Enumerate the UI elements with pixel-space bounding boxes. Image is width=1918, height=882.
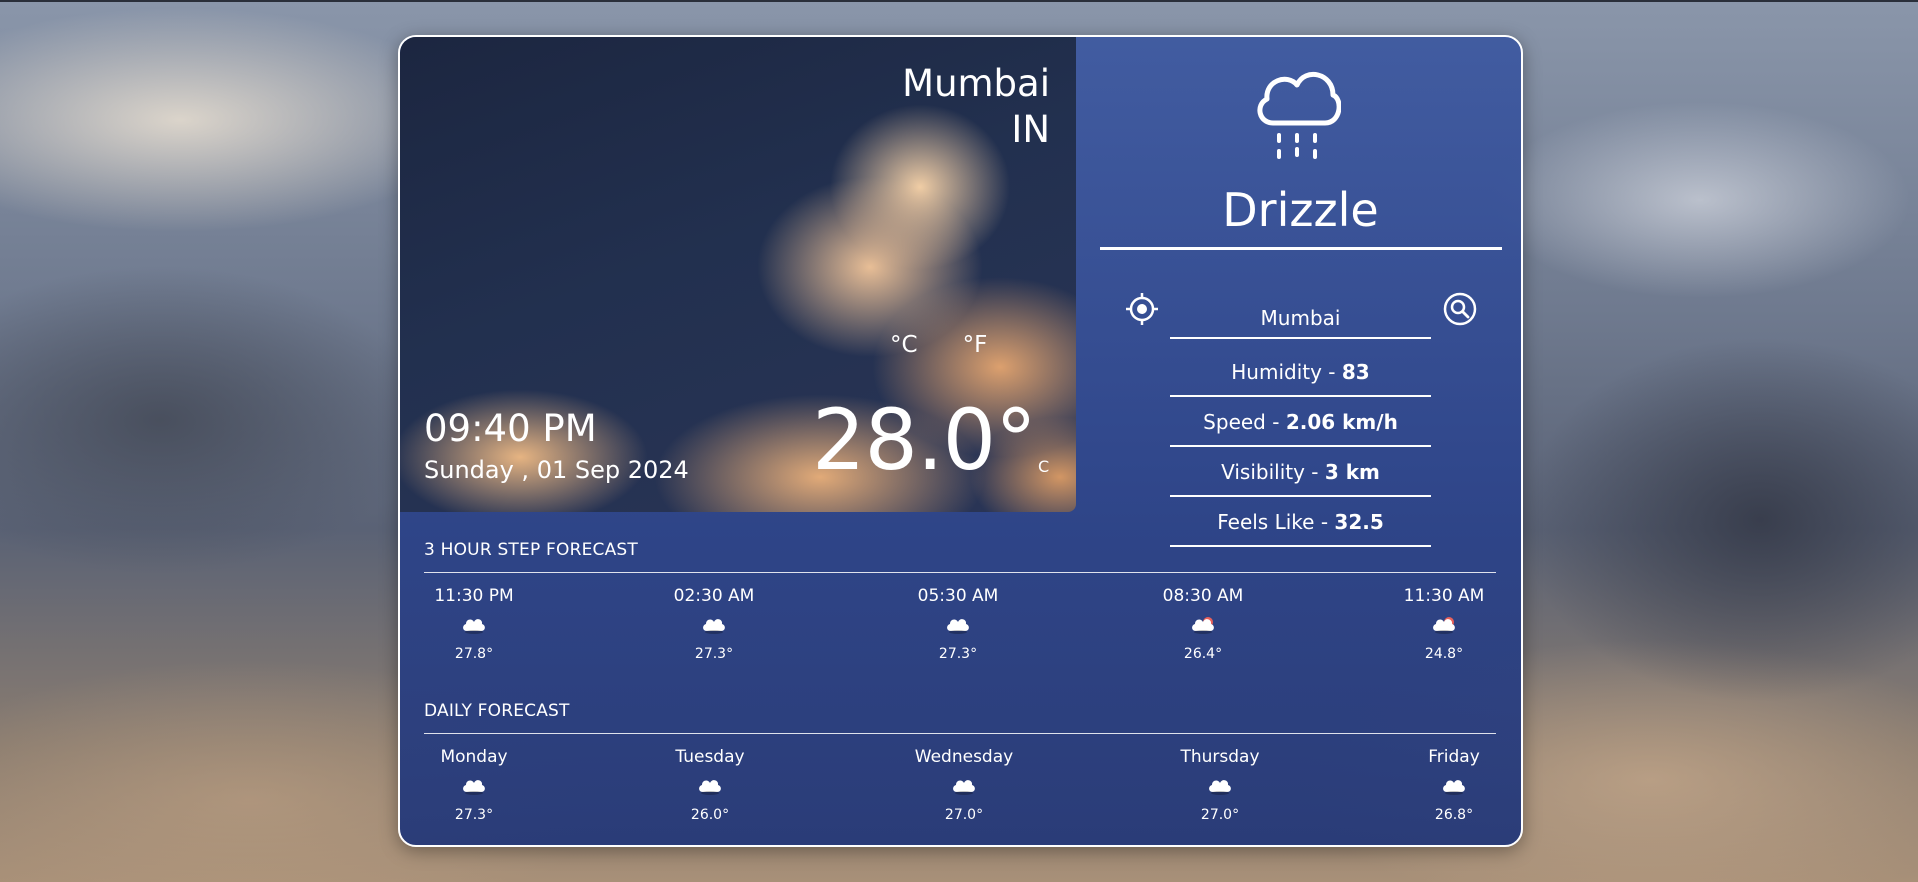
daily-temp: 26.0°: [690, 807, 730, 823]
daily-temp: 27.3°: [454, 807, 494, 823]
hourly-temp: 24.8°: [1424, 646, 1464, 662]
cloud-drizzle-icon: [1257, 72, 1341, 159]
cloud-icon: [463, 780, 485, 795]
daily-day: Tuesday: [675, 747, 745, 767]
conditions-panel: Drizzle Humidity - 83 Speed - 2.06 km/h …: [1076, 37, 1521, 547]
hourly-forecast-row: 11:30 PM 27.8° 02:30 AM 27.3° 05:30 AM 2…: [424, 585, 1496, 685]
daily-forecast-row: Monday 27.3° Tuesday 26.0° Wednesday 27.…: [424, 746, 1496, 845]
daily-temp: 27.0°: [944, 807, 984, 823]
speed-stat: Speed - 2.06 km/h: [1170, 397, 1431, 447]
country-code: IN: [1011, 108, 1050, 151]
daily-day: Thursday: [1180, 747, 1260, 767]
current-time: 09:40 PM: [424, 407, 597, 450]
hourly-forecast-title: 3 HOUR STEP FORECAST: [424, 540, 639, 560]
cloud-icon: [1443, 780, 1465, 795]
cloud-icon: [463, 619, 485, 634]
speed-value: 2.06 km/h: [1285, 410, 1398, 434]
feels-like-stat: Feels Like - 32.5: [1170, 497, 1431, 547]
hourly-item: 05:30 AM 27.3°: [888, 585, 1028, 663]
cloud-rain-icon: [1433, 617, 1455, 634]
hourly-temp: 27.3°: [694, 646, 734, 662]
speed-label: Speed -: [1203, 410, 1286, 434]
cloud-icon: [953, 780, 975, 795]
daily-divider: [424, 733, 1496, 734]
daily-item: Tuesday 26.0°: [640, 746, 780, 824]
hourly-item: 11:30 PM 27.8°: [404, 585, 544, 663]
city-name: Mumbai: [902, 62, 1050, 105]
current-temperature: 28.0°: [812, 391, 1037, 489]
hero-panel: Mumbai IN °C °F 09:40 PM Sunday , 01 Sep…: [400, 37, 1076, 512]
hourly-time: 05:30 AM: [917, 586, 999, 606]
feels-like-label: Feels Like -: [1217, 510, 1335, 534]
fahrenheit-button[interactable]: °F: [963, 332, 988, 358]
hourly-temp: 27.8°: [454, 646, 494, 662]
hourly-temp: 27.3°: [938, 646, 978, 662]
daily-item: Wednesday 27.0°: [894, 746, 1034, 824]
humidity-value: 83: [1341, 360, 1370, 384]
condition-text: Drizzle: [1222, 183, 1379, 237]
top-border: [0, 0, 1918, 2]
daily-forecast-title: DAILY FORECAST: [424, 701, 570, 721]
city-search-input[interactable]: [1170, 299, 1431, 339]
hourly-temp: 26.4°: [1183, 646, 1223, 662]
hourly-time: 11:30 AM: [1403, 586, 1485, 606]
daily-temp: 27.0°: [1200, 807, 1240, 823]
daily-temp: 26.8°: [1434, 807, 1474, 823]
unit-toggle: °C °F: [890, 332, 987, 358]
visibility-label: Visibility -: [1221, 460, 1325, 484]
search-icon[interactable]: [1442, 291, 1478, 327]
daily-item: Friday 26.8°: [1384, 746, 1521, 824]
hourly-item: 11:30 AM 24.8°: [1374, 585, 1514, 663]
hourly-time: 02:30 AM: [673, 586, 755, 606]
cloud-icon: [703, 619, 725, 634]
current-location-icon[interactable]: [1124, 291, 1160, 327]
humidity-stat: Humidity - 83: [1170, 347, 1431, 397]
hourly-divider: [424, 572, 1496, 573]
celsius-button[interactable]: °C: [890, 332, 918, 358]
weather-card: Mumbai IN °C °F 09:40 PM Sunday , 01 Sep…: [398, 35, 1523, 847]
hourly-item: 08:30 AM 26.4°: [1133, 585, 1273, 663]
feels-like-value: 32.5: [1334, 510, 1384, 534]
daily-day: Friday: [1428, 747, 1480, 767]
location-label: Mumbai IN: [902, 61, 1050, 153]
humidity-label: Humidity -: [1231, 360, 1342, 384]
cloud-icon: [947, 619, 969, 634]
cloud-icon: [1209, 780, 1231, 795]
daily-item: Thursday 27.0°: [1150, 746, 1290, 824]
hourly-time: 11:30 PM: [434, 586, 514, 606]
hourly-item: 02:30 AM 27.3°: [644, 585, 784, 663]
temperature-unit: C: [1038, 457, 1050, 476]
cloud-rain-icon: [1192, 617, 1214, 634]
daily-day: Monday: [440, 747, 508, 767]
current-date: Sunday , 01 Sep 2024: [424, 456, 689, 484]
visibility-value: 3 km: [1324, 460, 1380, 484]
hourly-time: 08:30 AM: [1162, 586, 1244, 606]
visibility-stat: Visibility - 3 km: [1170, 447, 1431, 497]
cloud-icon: [699, 780, 721, 795]
daily-item: Monday 27.3°: [404, 746, 544, 824]
condition-divider: [1100, 247, 1502, 250]
daily-day: Wednesday: [914, 747, 1014, 767]
